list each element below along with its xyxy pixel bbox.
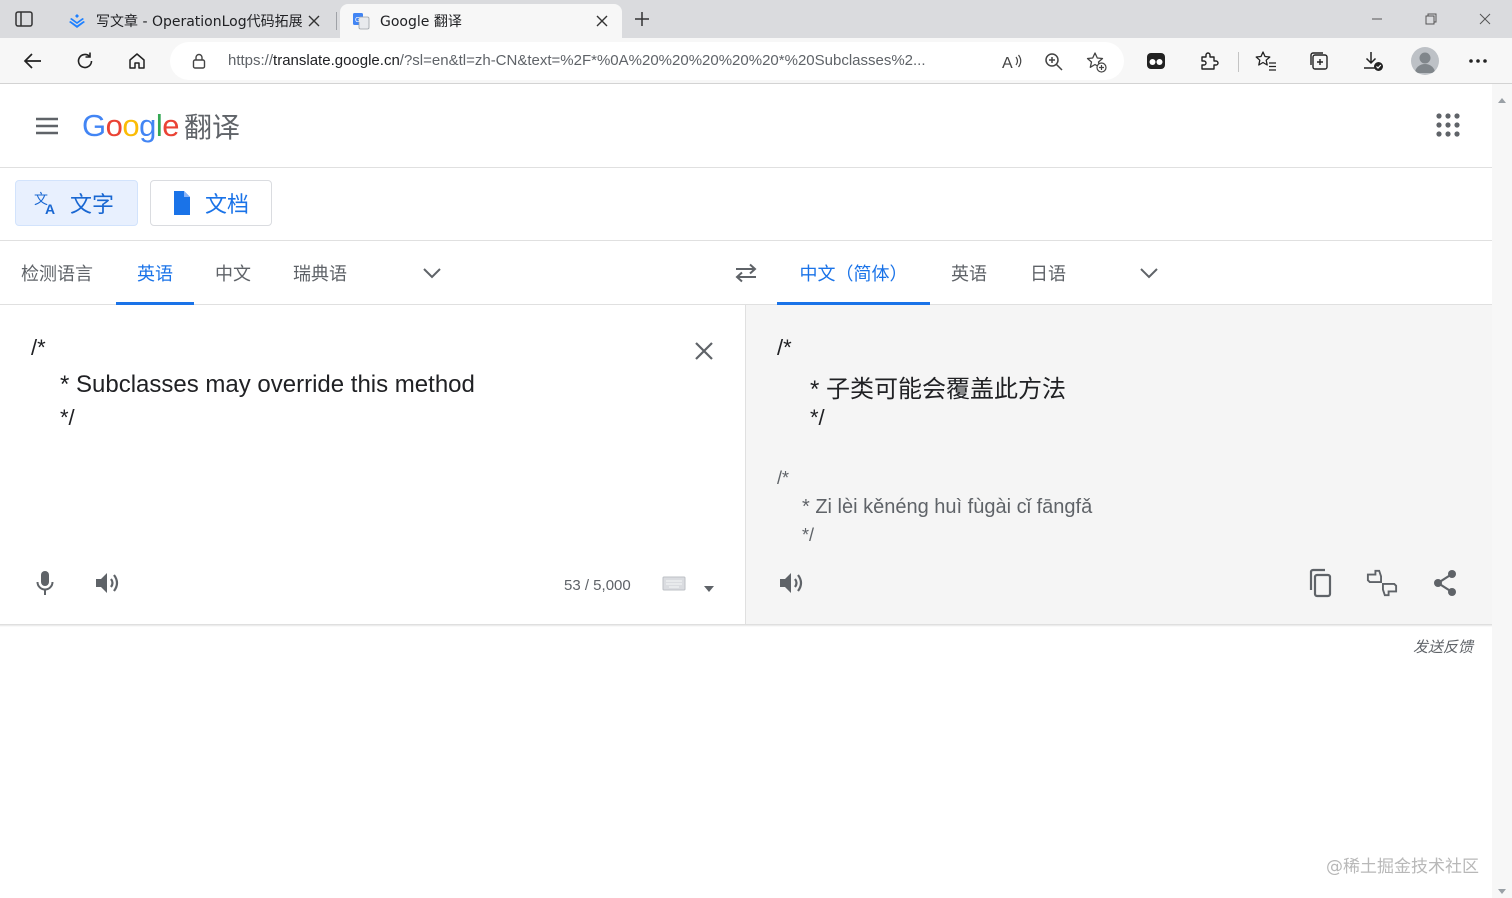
- collections-icon[interactable]: [1305, 47, 1333, 75]
- translation-text-line: /*: [777, 335, 792, 360]
- source-lang-more-chevron-down-icon[interactable]: [418, 259, 446, 287]
- source-text-pane[interactable]: /* * Subclasses may override this method…: [0, 305, 746, 625]
- close-tab-icon[interactable]: [302, 9, 326, 33]
- text-mode-label: 文字: [70, 193, 115, 218]
- tab-separator: [336, 12, 337, 30]
- home-icon[interactable]: [123, 47, 151, 75]
- svg-text:G: G: [355, 17, 360, 24]
- url-host: translate.google.cn: [273, 52, 400, 69]
- source-text-line[interactable]: /*: [31, 335, 46, 361]
- text-mode-button[interactable]: 文A 文字: [15, 180, 138, 226]
- scroll-up-arrow-icon[interactable]: [1497, 89, 1507, 103]
- watermark: @稀土掘金技术社区: [1326, 857, 1479, 877]
- tab-google-translate[interactable]: G Google 翻译: [340, 4, 622, 38]
- new-tab-icon[interactable]: [630, 7, 654, 31]
- url-rest: /?sl=en&tl=zh-CN&text=%2F*%0A%20%20%20%2…: [399, 52, 926, 69]
- rate-translation-icon[interactable]: [1366, 567, 1398, 599]
- romanization-line: /*: [777, 468, 790, 488]
- refresh-icon[interactable]: [71, 47, 99, 75]
- document-icon: [169, 190, 195, 216]
- source-listen-speaker-icon[interactable]: [92, 567, 124, 599]
- target-lang-chinese-simplified[interactable]: 中文（简体）: [777, 241, 930, 305]
- read-aloud-icon[interactable]: A: [1000, 50, 1024, 74]
- tab-title: Google 翻译: [380, 14, 462, 30]
- page-scrollbar[interactable]: [1492, 84, 1512, 898]
- extension-icon[interactable]: [1142, 47, 1170, 75]
- tab-title: 写文章 - OperationLog代码拓展: [96, 14, 302, 30]
- translation-pane: /* * 子类可能会覆盖此方法 */ /* * Zi lèi kěnéng hu…: [746, 305, 1492, 625]
- microphone-icon[interactable]: [29, 567, 61, 599]
- romanization-line: */: [802, 525, 815, 545]
- url-text[interactable]: https://translate.google.cn/?sl=en&tl=zh…: [228, 52, 998, 69]
- target-lang-more-chevron-down-icon[interactable]: [1135, 259, 1163, 287]
- scroll-down-arrow-icon[interactable]: [1497, 881, 1507, 894]
- lock-icon[interactable]: [190, 52, 208, 70]
- tab-juejin[interactable]: 写文章 - OperationLog代码拓展: [56, 4, 334, 38]
- source-lang-swedish[interactable]: 瑞典语: [272, 241, 368, 304]
- downloads-icon[interactable]: [1359, 47, 1387, 75]
- more-options-icon[interactable]: [1464, 47, 1492, 75]
- share-translation-icon[interactable]: [1429, 567, 1461, 599]
- favorites-icon[interactable]: [1252, 47, 1280, 75]
- logo-letter: g: [139, 108, 156, 143]
- romanization-line: * Zi lèi kěnéng huì fùgài cǐ fāngfǎ: [802, 496, 1093, 518]
- character-counter: 53 / 5,000: [564, 577, 631, 594]
- google-translate-favicon-icon: G: [352, 12, 370, 30]
- copy-translation-icon[interactable]: [1304, 567, 1336, 599]
- swap-languages-icon[interactable]: [731, 259, 761, 287]
- browser-tab-bar: 写文章 - OperationLog代码拓展 G Google 翻译: [0, 0, 1512, 38]
- google-translate-logo[interactable]: Google 翻译: [82, 106, 240, 146]
- input-tools-chevron-down-icon[interactable]: [704, 577, 714, 596]
- logo-letter: e: [162, 108, 180, 143]
- source-lang-chinese[interactable]: 中文: [194, 241, 272, 304]
- extensions-puzzle-icon[interactable]: [1195, 47, 1223, 75]
- translation-listen-speaker-icon[interactable]: [776, 567, 808, 599]
- language-bar: 检测语言 英语 中文 瑞典语 中文（简体） 英语 日语: [0, 241, 1492, 305]
- target-lang-english[interactable]: 英语: [930, 241, 1008, 304]
- logo-letter: G: [82, 108, 106, 143]
- browser-toolbar: https://translate.google.cn/?sl=en&tl=zh…: [0, 38, 1512, 84]
- zoom-icon[interactable]: [1042, 50, 1066, 74]
- back-arrow-icon[interactable]: [19, 47, 47, 75]
- document-mode-label: 文档: [205, 193, 250, 218]
- address-bar[interactable]: https://translate.google.cn/?sl=en&tl=zh…: [170, 42, 1124, 80]
- source-lang-english[interactable]: 英语: [116, 241, 194, 305]
- google-apps-icon[interactable]: [1434, 111, 1462, 139]
- input-tools[interactable]: [662, 575, 718, 597]
- logo-letter: o: [105, 108, 123, 143]
- translate-icon: 文A: [34, 190, 60, 216]
- minimize-icon[interactable]: [1366, 8, 1388, 30]
- panes-shadow: [0, 624, 1492, 627]
- juejin-favicon-icon: [68, 12, 86, 30]
- logo-letter: o: [122, 108, 140, 143]
- main-menu-icon[interactable]: [32, 111, 62, 141]
- restore-icon[interactable]: [1420, 8, 1442, 30]
- profile-avatar[interactable]: [1411, 47, 1439, 75]
- mode-selector: 文A 文字 文档: [0, 168, 1492, 241]
- document-mode-button[interactable]: 文档: [150, 180, 272, 226]
- translation-text-line: */: [810, 405, 825, 430]
- target-lang-japanese[interactable]: 日语: [1009, 241, 1087, 304]
- keyboard-icon[interactable]: [662, 576, 688, 596]
- url-prefix: https://: [228, 52, 274, 69]
- product-name: 翻译: [184, 112, 241, 143]
- google-translate-header: Google 翻译: [0, 84, 1492, 168]
- svg-text:A: A: [45, 201, 55, 216]
- tab-actions-icon[interactable]: [14, 9, 34, 29]
- add-favorite-icon[interactable]: [1084, 50, 1108, 74]
- toolbar-separator: [1238, 52, 1239, 72]
- source-text-line[interactable]: * Subclasses may override this method: [60, 371, 475, 399]
- close-window-icon[interactable]: [1474, 8, 1496, 30]
- google-wordmark: Google: [82, 108, 180, 144]
- svg-text:A: A: [1002, 55, 1013, 72]
- send-feedback-link[interactable]: 发送反馈: [1413, 636, 1473, 657]
- source-text-line[interactable]: */: [60, 405, 75, 431]
- source-lang-detect[interactable]: 检测语言: [0, 241, 114, 304]
- close-tab-icon[interactable]: [590, 9, 614, 33]
- clear-source-text-icon[interactable]: [690, 337, 718, 365]
- translation-text-line: * 子类可能会覆盖此方法: [810, 376, 1067, 403]
